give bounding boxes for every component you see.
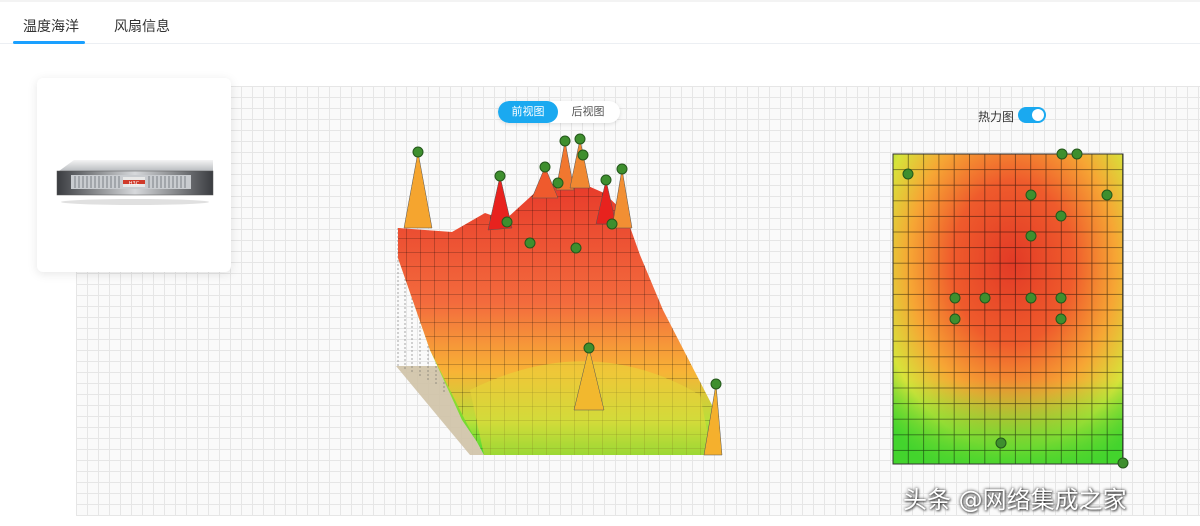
h3c-logo: H3C	[129, 181, 140, 187]
server-image: H3C	[56, 160, 214, 205]
heatmap-toggle-label: 热力图	[978, 110, 1015, 124]
tab-bar: 温度海洋 风扇信息	[0, 0, 1200, 44]
watermark: 头条 @网络集成之家	[903, 486, 1127, 514]
back-view-button[interactable]: 后视图	[558, 101, 618, 123]
grid-canvas	[76, 86, 1200, 516]
tab-temperature-ocean[interactable]: 温度海洋	[23, 16, 79, 36]
front-view-button[interactable]: 前视图	[498, 101, 558, 123]
active-tab-indicator	[13, 41, 85, 44]
view-toggle: 前视图 后视图	[498, 101, 620, 123]
device-card: H3C	[37, 78, 231, 272]
tab-fan-info[interactable]: 风扇信息	[114, 16, 170, 36]
heatmap-switch[interactable]	[1018, 107, 1046, 123]
